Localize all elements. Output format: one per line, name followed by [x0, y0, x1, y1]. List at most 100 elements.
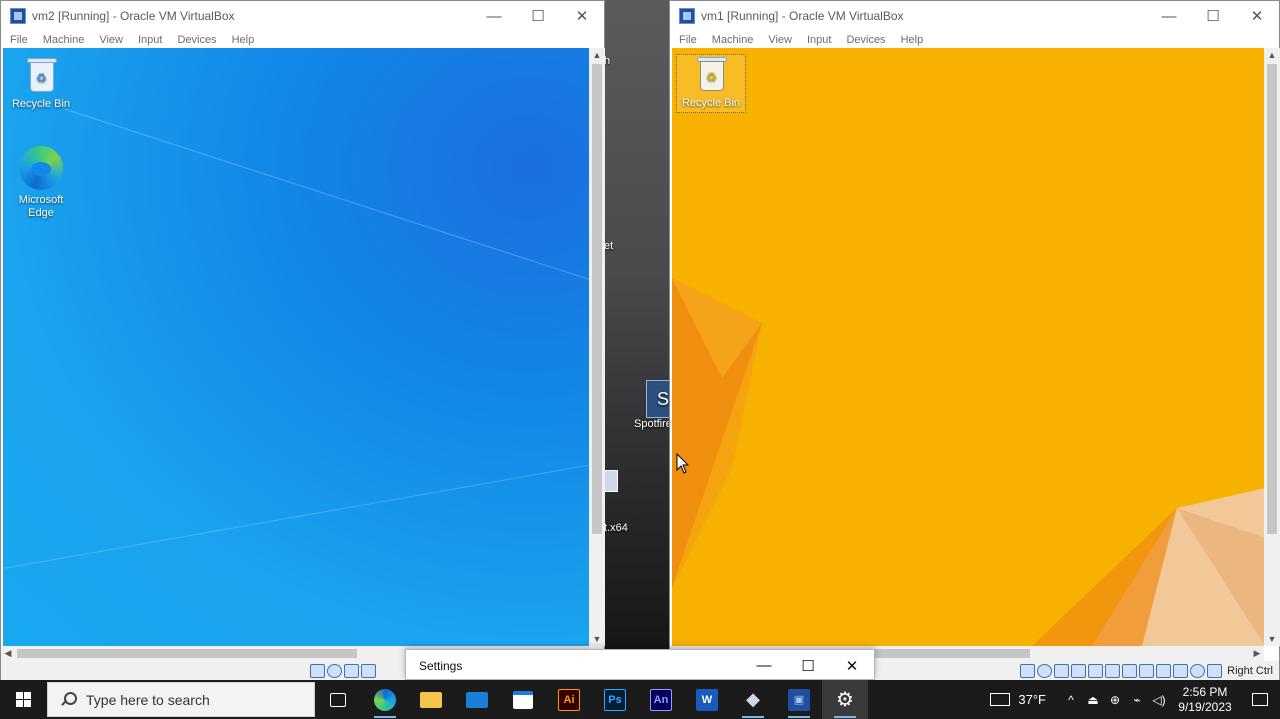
- hard-disk-icon[interactable]: [310, 664, 325, 678]
- recycle-bin-shortcut[interactable]: ♻ Recycle Bin: [676, 54, 746, 113]
- menu-devices[interactable]: Devices: [846, 34, 885, 46]
- taskbar: Type here to search Ai Ps An W ◆ ▣ ⚙ 37°…: [0, 680, 1280, 719]
- menu-file[interactable]: File: [679, 34, 697, 46]
- recording-icon[interactable]: [1173, 664, 1189, 678]
- show-hidden-icons-chevron-icon[interactable]: ^: [1060, 680, 1082, 719]
- volume-icon[interactable]: ◁): [1148, 680, 1170, 719]
- floppy-icon[interactable]: [344, 664, 359, 678]
- vm1-window: vm1 [Running] - Oracle VM VirtualBox — ☐…: [669, 0, 1280, 681]
- edge-shortcut[interactable]: Microsoft Edge: [6, 146, 76, 220]
- maximize-button[interactable]: ☐: [786, 650, 830, 681]
- optical-drive-icon[interactable]: [1037, 664, 1053, 678]
- taskbar-app-virtualbox-vm[interactable]: ▣: [776, 680, 822, 719]
- recycle-bin-shortcut[interactable]: ♻ Recycle Bin: [6, 56, 76, 111]
- maximize-button[interactable]: ☐: [516, 1, 560, 31]
- vm-display[interactable]: ♻ Recycle Bin: [672, 48, 1265, 646]
- scroll-left-arrow-icon[interactable]: ◀: [1, 646, 15, 661]
- usb-device-icon[interactable]: ⏏: [1082, 680, 1104, 719]
- menu-view[interactable]: View: [99, 34, 123, 46]
- notification-center-button[interactable]: [1240, 680, 1280, 719]
- taskbar-app-store[interactable]: [500, 680, 546, 719]
- settings-window[interactable]: Settings — ☐ ✕: [405, 649, 875, 680]
- menu-machine[interactable]: Machine: [43, 34, 85, 46]
- scroll-down-arrow-icon[interactable]: ▼: [589, 632, 605, 646]
- search-box[interactable]: Type here to search: [47, 682, 315, 717]
- host-desktop-shortcut[interactable]: t.x64: [604, 470, 628, 534]
- optical-drive-icon[interactable]: [327, 664, 342, 678]
- shared-folders-icon[interactable]: [1122, 664, 1138, 678]
- menu-devices[interactable]: Devices: [177, 34, 216, 46]
- menu-machine[interactable]: Machine: [712, 34, 754, 46]
- taskbar-app-word[interactable]: W: [684, 680, 730, 719]
- menu-help[interactable]: Help: [901, 34, 924, 46]
- gear-icon: ⚙: [836, 689, 854, 711]
- scroll-thumb[interactable]: [17, 649, 357, 658]
- audio-icon[interactable]: [361, 664, 376, 678]
- recycle-bin-icon: ♻: [24, 56, 58, 94]
- scroll-thumb[interactable]: [870, 649, 1030, 658]
- scroll-up-arrow-icon[interactable]: ▲: [1264, 48, 1280, 62]
- mouse-cursor-icon: [676, 453, 690, 474]
- scroll-up-arrow-icon[interactable]: ▲: [589, 48, 605, 62]
- taskbar-app-animate[interactable]: An: [638, 680, 684, 719]
- taskbar-app-mail[interactable]: [454, 680, 500, 719]
- taskbar-app-illustrator[interactable]: Ai: [546, 680, 592, 719]
- windows-logo-icon: [15, 692, 31, 707]
- maximize-button[interactable]: ☐: [1191, 1, 1235, 31]
- display-icon[interactable]: [1139, 664, 1155, 678]
- menu-file[interactable]: File: [10, 34, 28, 46]
- scroll-right-arrow-icon[interactable]: ▶: [1250, 646, 1264, 661]
- menu-input[interactable]: Input: [807, 34, 831, 46]
- hard-disk-icon[interactable]: [1020, 664, 1036, 678]
- taskbar-app-settings[interactable]: ⚙: [822, 680, 868, 719]
- vm-display[interactable]: ♻ Recycle Bin Microsoft Edge: [3, 48, 589, 646]
- cpu-icon[interactable]: [1190, 664, 1206, 678]
- menu-input[interactable]: Input: [138, 34, 162, 46]
- start-button[interactable]: [0, 680, 46, 719]
- minimize-button[interactable]: —: [472, 1, 516, 31]
- video-capture-icon[interactable]: [1156, 664, 1172, 678]
- vm2-window: vm2 [Running] - Oracle VM VirtualBox — ☐…: [0, 0, 605, 681]
- close-button[interactable]: ✕: [830, 650, 874, 681]
- close-button[interactable]: ✕: [560, 1, 604, 31]
- taskbar-app-photoshop[interactable]: Ps: [592, 680, 638, 719]
- window-title: vm1 [Running] - Oracle VM VirtualBox: [701, 9, 904, 23]
- task-view-button[interactable]: [315, 680, 361, 719]
- virtualbox-icon: ◆: [746, 689, 760, 709]
- taskbar-app-edge[interactable]: [362, 680, 408, 719]
- virtualbox-icon: [679, 8, 695, 24]
- window-controls: — ☐ ✕: [472, 1, 604, 31]
- weather-widget[interactable]: 37°F: [990, 680, 1060, 719]
- minimize-button[interactable]: —: [1147, 1, 1191, 31]
- vertical-scrollbar[interactable]: ▲ ▼: [1264, 48, 1280, 646]
- host-desktop-icon-label[interactable]: et: [604, 240, 613, 252]
- scroll-thumb[interactable]: [1267, 64, 1277, 534]
- clock[interactable]: 2:56 PM 9/19/2023: [1170, 680, 1240, 719]
- desktop-icon-label: Microsoft Edge: [18, 194, 64, 219]
- language-globe-icon[interactable]: ⊕: [1104, 680, 1126, 719]
- window-titlebar[interactable]: vm2 [Running] - Oracle VM VirtualBox — ☐…: [1, 1, 604, 31]
- minimize-button[interactable]: —: [742, 650, 786, 681]
- taskbar-app-virtualbox-manager[interactable]: ◆: [730, 680, 776, 719]
- window-titlebar[interactable]: vm1 [Running] - Oracle VM VirtualBox — ☐…: [670, 1, 1279, 31]
- window-controls: — ☐ ✕: [742, 650, 874, 681]
- network-icon[interactable]: [1088, 664, 1104, 678]
- vertical-scrollbar[interactable]: ▲ ▼: [589, 48, 605, 646]
- taskbar-app-file-explorer[interactable]: [408, 680, 454, 719]
- clock-time: 2:56 PM: [1182, 684, 1228, 699]
- scroll-thumb[interactable]: [592, 64, 602, 534]
- menu-view[interactable]: View: [768, 34, 792, 46]
- power-plug-icon[interactable]: ⌁: [1126, 680, 1148, 719]
- scroll-down-arrow-icon[interactable]: ▼: [1264, 632, 1280, 646]
- close-button[interactable]: ✕: [1235, 1, 1279, 31]
- menu-help[interactable]: Help: [232, 34, 255, 46]
- computer-icon: [604, 470, 618, 492]
- virtualbox-vm-icon: ▣: [788, 688, 810, 711]
- floppy-icon[interactable]: [1054, 664, 1070, 678]
- temperature-label: 37°F: [1018, 692, 1046, 707]
- audio-icon[interactable]: [1071, 664, 1087, 678]
- mouse-integration-icon[interactable]: [1207, 664, 1223, 678]
- desktop-icon-label: Recycle Bin: [681, 97, 741, 109]
- usb-icon[interactable]: [1105, 664, 1121, 678]
- edge-icon: [374, 688, 396, 711]
